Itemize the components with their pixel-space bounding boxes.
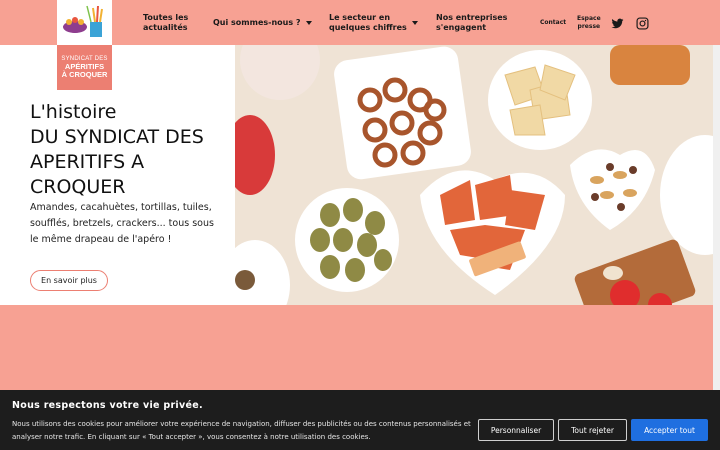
logo-line-3: À CROQUER	[61, 69, 108, 79]
nav-figures-line-2: quelques chiffres	[329, 22, 407, 32]
nav-companies-line-2: s'engagent	[436, 22, 487, 32]
nav-about-label: Qui sommes-nous ?	[213, 17, 301, 27]
nav-news-line-2: actualités	[143, 22, 188, 32]
nav-figures-line-1: Le secteur en	[329, 12, 391, 22]
nav-contact[interactable]: Contact	[540, 0, 566, 45]
chevron-down-icon	[411, 20, 418, 25]
hero-title-line-1: L'histoire	[30, 101, 117, 123]
instagram-icon[interactable]	[636, 15, 650, 30]
nav-press-line-2: presse	[577, 22, 601, 30]
nav-figures[interactable]: Le secteur en quelques chiffres	[329, 0, 418, 45]
learn-more-button[interactable]: En savoir plus	[30, 270, 108, 291]
reject-all-button[interactable]: Tout rejeter	[558, 419, 627, 441]
logo-wordmark: SYNDICAT DES APÉRITIFS À CROQUER	[57, 45, 112, 90]
cookie-text: Nous utilisons des cookies pour améliore…	[12, 420, 471, 441]
hero-title: L'histoire DU SYNDICAT DES APERITIFS A C…	[30, 100, 230, 200]
nav-contact-label: Contact	[540, 18, 567, 26]
cookie-title: Nous respectons votre vie privée.	[12, 400, 203, 411]
nav-news-line-1: Toutes les	[143, 12, 189, 22]
nav-companies-line-1: Nos entreprises	[436, 12, 508, 22]
nav-companies[interactable]: Nos entreprises s'engagent	[436, 0, 507, 45]
accept-all-button[interactable]: Accepter tout	[631, 419, 708, 441]
customize-cookies-button[interactable]: Personnaliser	[478, 419, 554, 441]
site-logo[interactable]: SYNDICAT DES APÉRITIFS À CROQUER	[57, 0, 112, 90]
hero-title-line-3: APERITIFS A	[30, 151, 145, 173]
scrollbar[interactable]	[713, 45, 720, 390]
chevron-down-icon	[305, 20, 312, 25]
nav-about[interactable]: Qui sommes-nous ?	[213, 0, 312, 45]
nav-press[interactable]: Espace presse	[577, 0, 601, 45]
hero-title-line-4: CROQUER	[30, 176, 126, 198]
hero-image	[235, 45, 713, 305]
nav-press-line-1: Espace	[577, 15, 601, 23]
logo-illustration	[57, 0, 112, 45]
twitter-icon[interactable]	[611, 15, 625, 29]
nav-news[interactable]: Toutes les actualités	[143, 0, 188, 45]
hero-title-line-2: DU SYNDICAT DES	[30, 126, 204, 148]
hero-subtitle: Amandes, cacahuètes, tortillas, tuiles, …	[30, 202, 214, 245]
